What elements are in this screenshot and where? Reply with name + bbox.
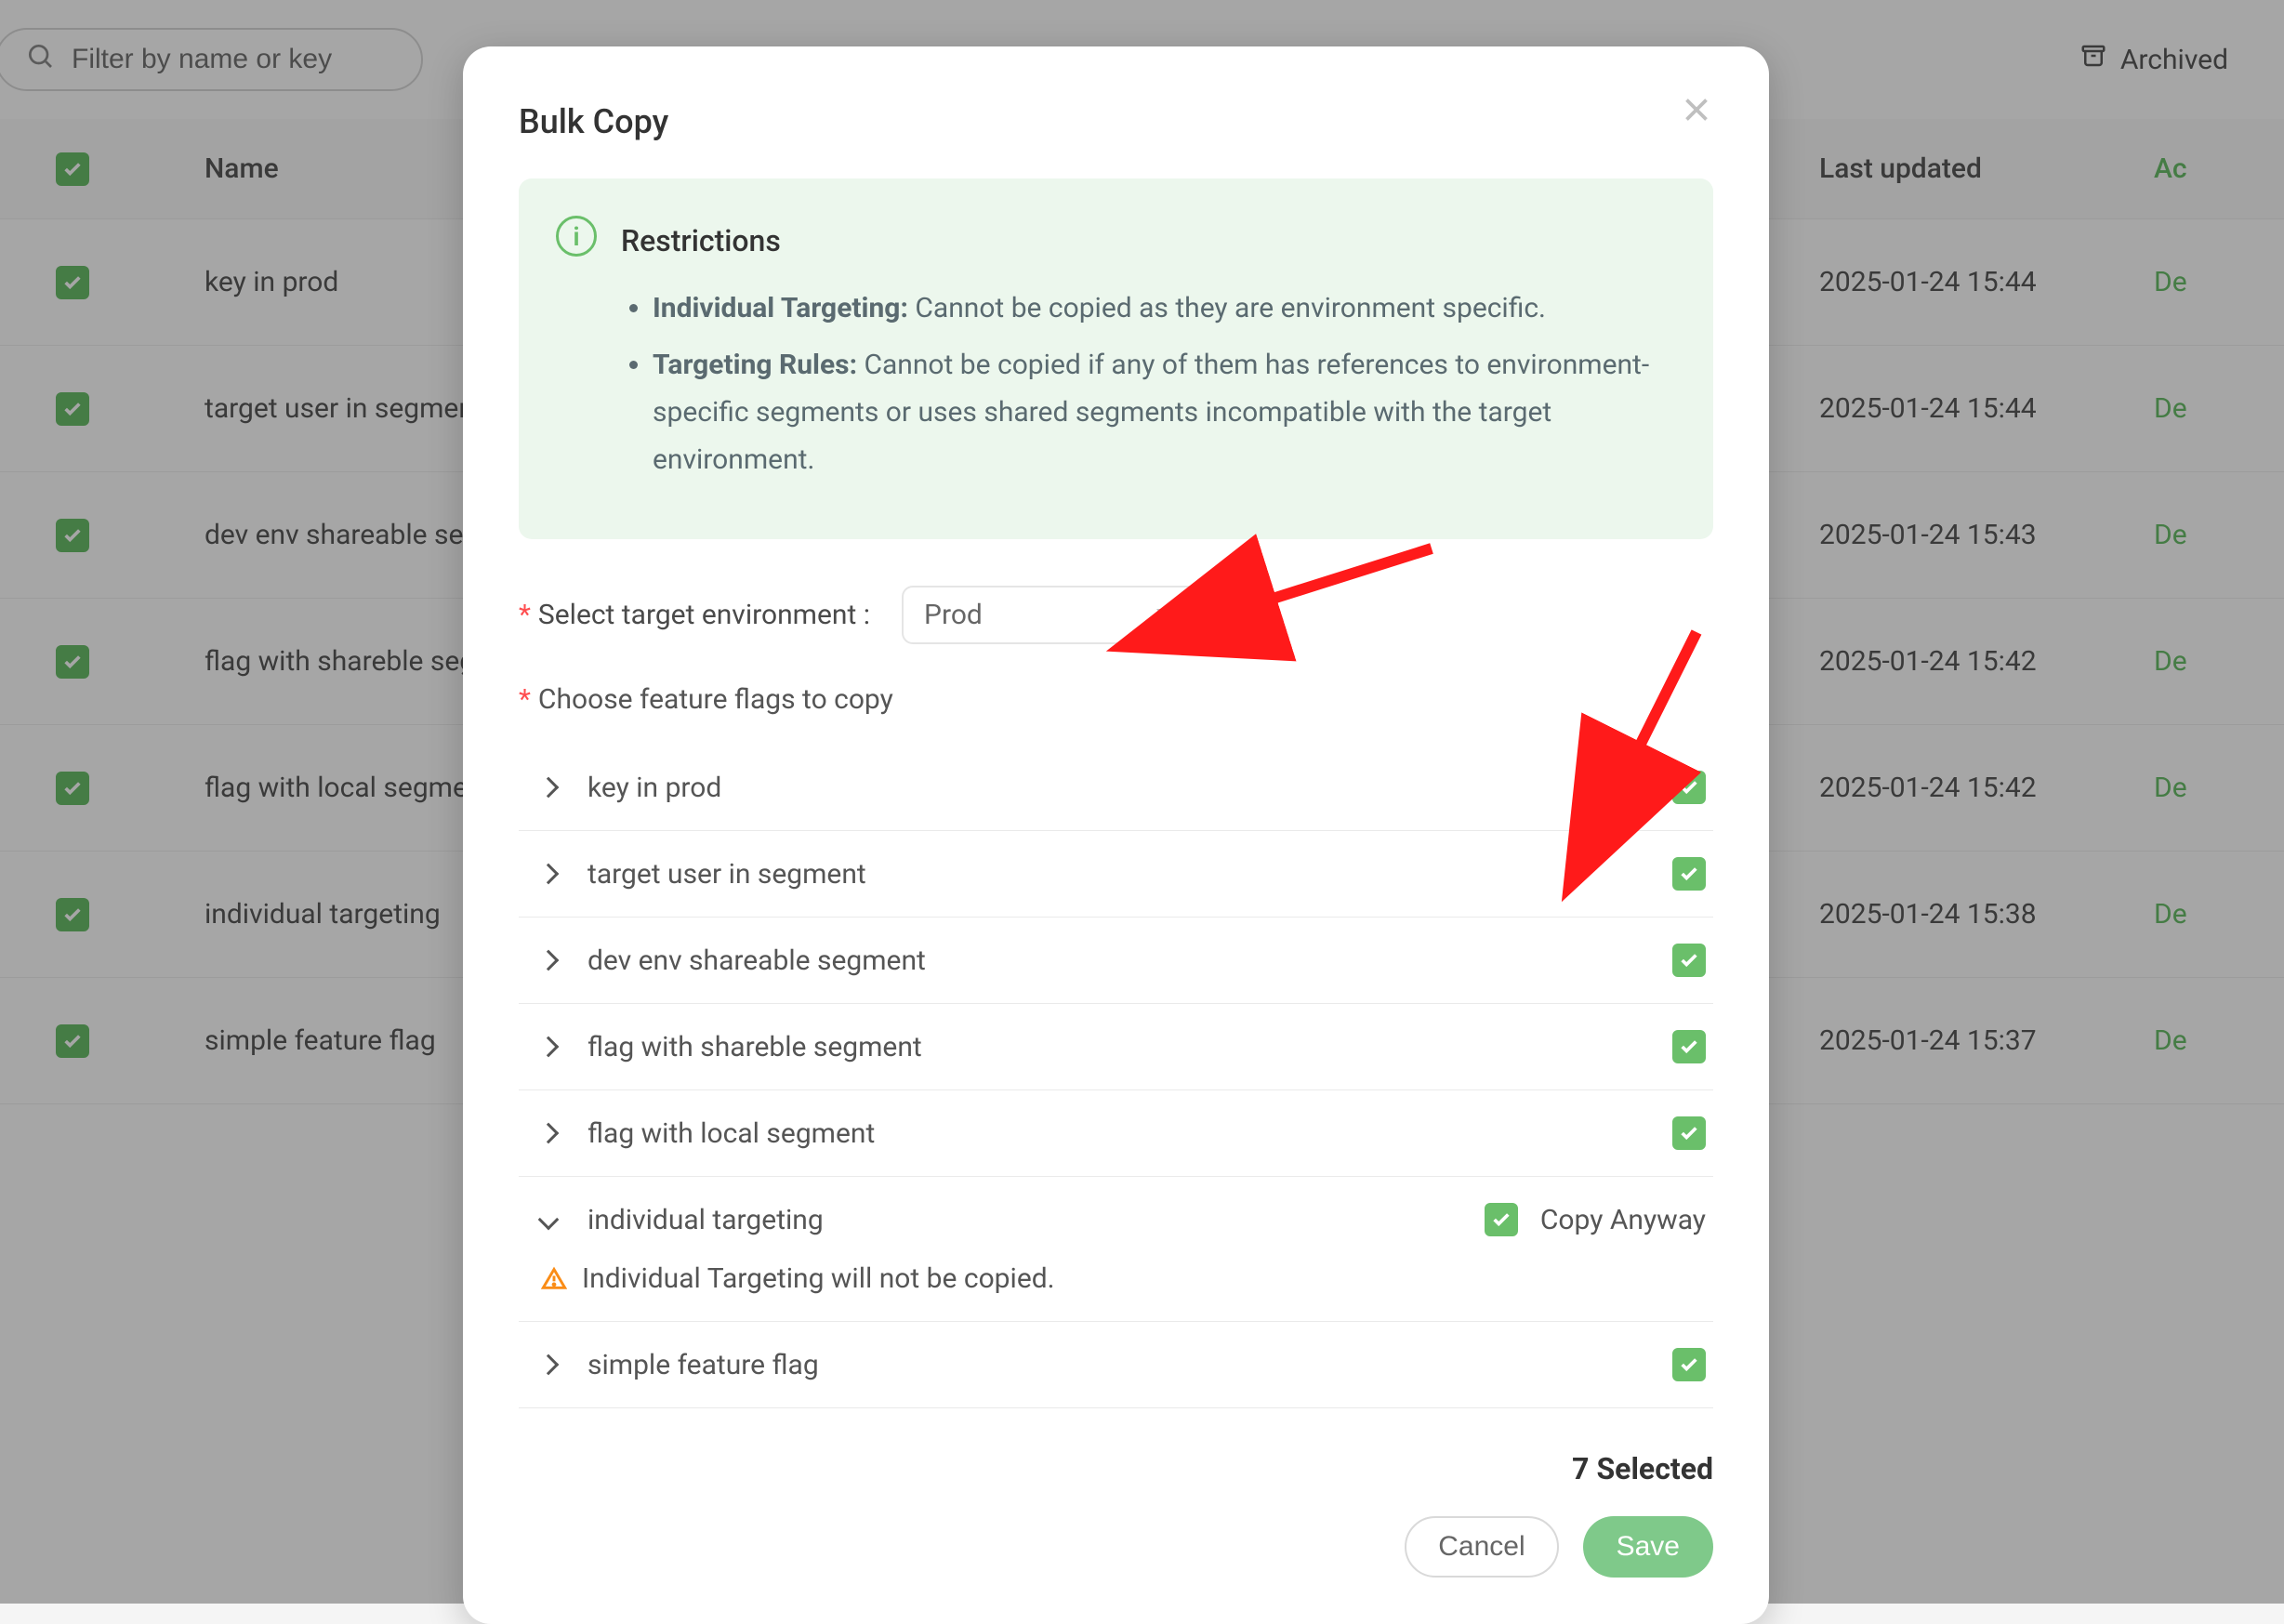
flag-checkbox[interactable] [1672,857,1706,891]
flag-name: flag with local segment [588,1117,875,1150]
flag-checkbox[interactable] [1672,771,1706,804]
restrictions-heading: Restrictions [621,216,1676,266]
flag-warning-text: Individual Targeting will not be copied. [582,1262,1055,1295]
info-icon: i [556,216,597,257]
flag- data-name=[interactable] [1672,1030,1706,1063]
target-env-value: Prod [924,599,983,631]
flag-item[interactable]: target user in segment [519,831,1713,918]
selected-count: 7 Selected [519,1451,1713,1486]
modal-close-button[interactable] [1680,93,1713,134]
chevron-right-icon [538,1123,560,1144]
target-env-select[interactable]: Prod [902,586,1199,644]
restrictions-panel: i Restrictions Individual Targeting: Can… [519,178,1713,539]
copy-anyway-label: Copy Anyway [1540,1204,1706,1236]
chevron-down-icon [1156,609,1177,622]
target-env-row: *Select target environment : Prod [519,586,1713,644]
flag-list: key in prod target user in segment dev e… [519,744,1713,1408]
flag-checkbox[interactable] [1672,1116,1706,1150]
flag-name: key in prod [588,772,721,804]
chevron-right-icon [538,950,560,971]
target-env-label: *Select target environment : [519,599,870,631]
choose-flags-label: *Choose feature flags to copy [519,683,1713,716]
restriction-item-1-strong: Individual Targeting: [653,292,908,324]
flag-item[interactable]: flag with shareble segment [519,1004,1713,1090]
restriction-item-2: Targeting Rules: Cannot be copied if any… [653,341,1676,483]
flag-checkbox[interactable] [1672,944,1706,977]
modal-title: Bulk Copy [519,102,1713,141]
bulk-copy-modal: Bulk Copy i Restrictions Individual Targ… [463,46,1769,1624]
flag-name: dev env shareable segment [588,944,926,977]
flag-name: target user in segment [588,858,866,891]
warning-icon [541,1266,567,1292]
close-icon [1680,101,1713,134]
restriction-item-1-text: Cannot be copied as they are environment… [908,292,1546,324]
flag-item[interactable]: simple feature flag [519,1322,1713,1408]
flag-name: individual targeting [588,1204,824,1236]
chevron-right-icon [538,1354,560,1376]
flag-item[interactable]: flag with local segment [519,1090,1713,1177]
flag-name: simple feature flag [588,1349,819,1381]
chevron-right-icon [538,864,560,885]
chevron-down-icon [538,1209,560,1231]
cancel-button[interactable]: Cancel [1405,1516,1558,1578]
flag-warning-row: Individual Targeting will not be copied. [519,1253,1713,1322]
flag-item-expanded[interactable]: individual targeting Copy Anyway [519,1177,1713,1253]
chevron-right-icon [538,1036,560,1058]
flag-item[interactable]: dev env shareable segment [519,918,1713,1004]
chevron-right-icon [538,777,560,799]
flag-item[interactable]: key in prod [519,745,1713,831]
flag-name: flag with shareble segment [588,1031,922,1063]
flag-checkbox[interactable] [1672,1348,1706,1381]
restriction-item-1: Individual Targeting: Cannot be copied a… [653,284,1676,332]
restriction-item-2-strong: Targeting Rules: [653,349,857,381]
save-button[interactable]: Save [1583,1516,1713,1578]
copy-anyway-checkbox[interactable] [1485,1203,1518,1236]
